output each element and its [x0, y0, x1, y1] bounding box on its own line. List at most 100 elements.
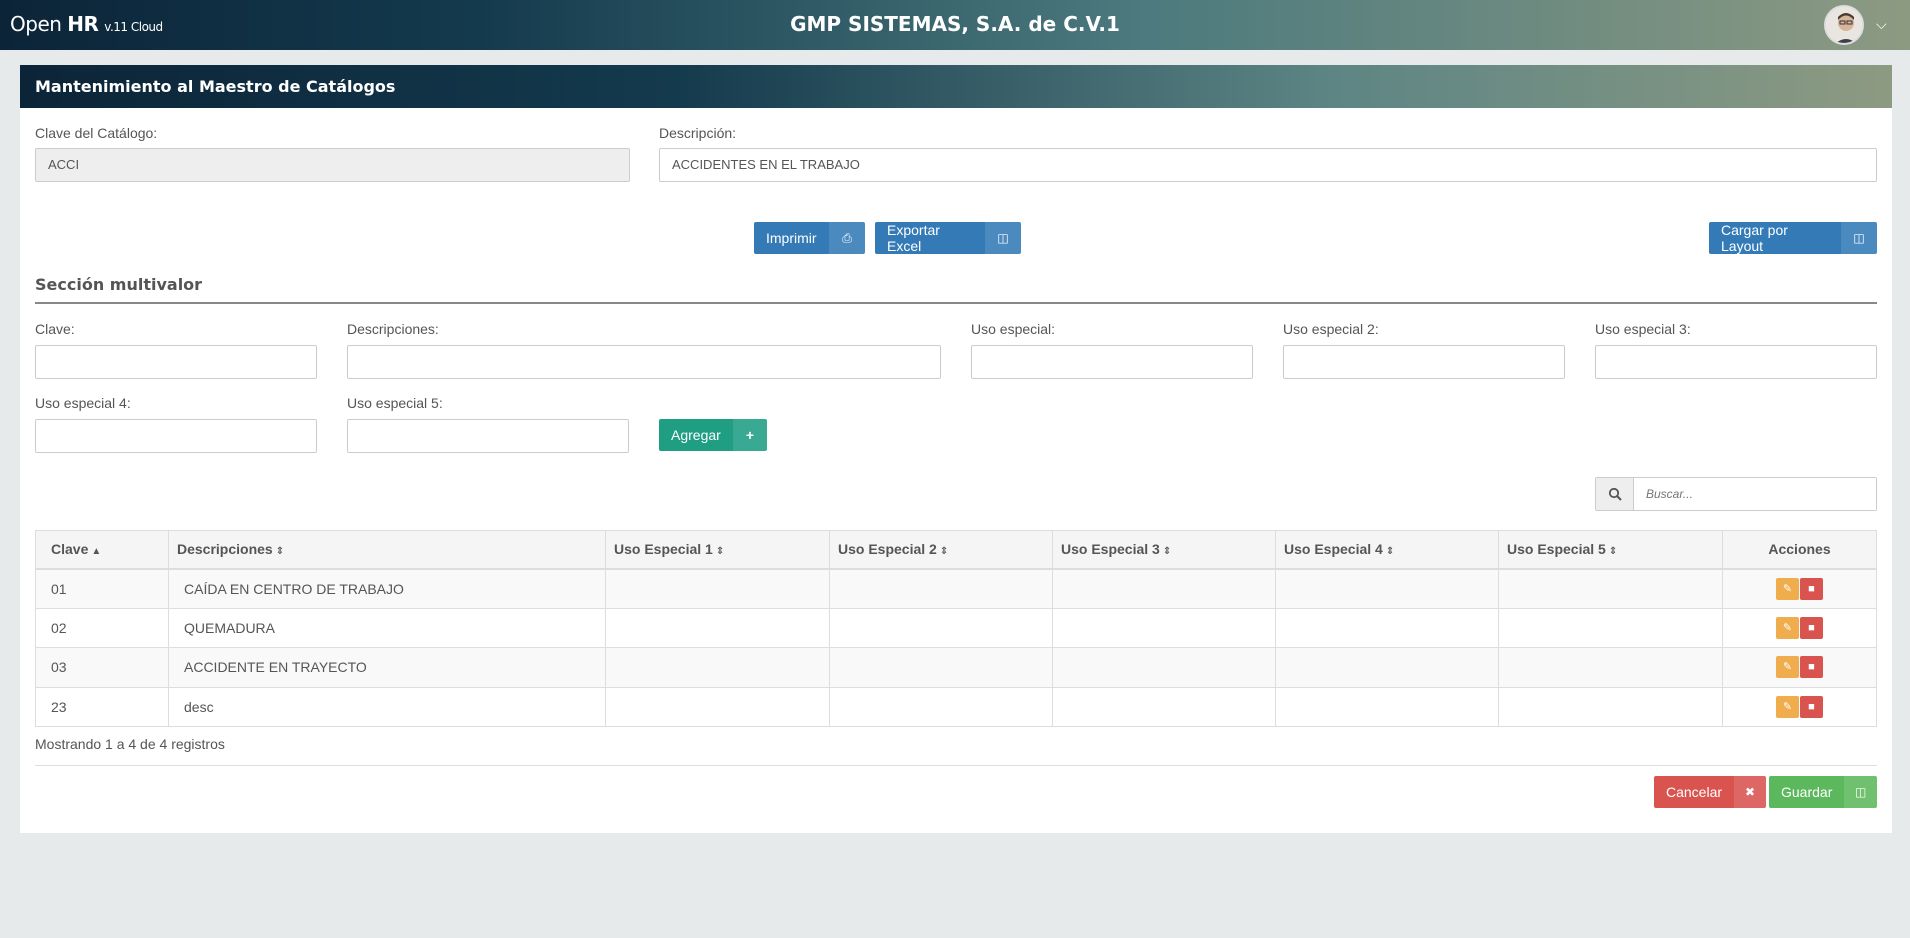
save-button[interactable]: Guardar ◫ — [1769, 776, 1877, 808]
load-layout-button[interactable]: Cargar por Layout ◫ — [1709, 222, 1877, 254]
cell-uso-5 — [1498, 568, 1723, 609]
col-clave[interactable]: Clave ▲ — [35, 530, 169, 570]
table-row: 02 QUEMADURA ✎ ■ — [35, 607, 1877, 648]
cell-acciones: ✎ ■ — [1722, 607, 1877, 648]
table-header-row: Clave ▲ Descripciones ⇕ Uso Especial 1 ⇕ Us… — [35, 530, 1877, 570]
catalog-table: Clave ▲ Descripciones ⇕ Uso Especial 1 ⇕ Us… — [35, 530, 1877, 727]
cell-uso-4 — [1275, 647, 1499, 688]
cell-uso-1 — [605, 607, 830, 648]
clave-input[interactable] — [35, 345, 317, 379]
cancel-label: Cancelar — [1666, 784, 1723, 800]
plus-icon: + — [732, 419, 767, 451]
add-button[interactable]: Agregar + — [659, 419, 767, 451]
divider — [35, 765, 1877, 766]
print-label: Imprimir — [766, 230, 817, 246]
cell-uso-3 — [1052, 647, 1276, 688]
clave-catalogo-label: Clave del Catálogo: — [35, 125, 158, 141]
cell-descripcion: CAÍDA EN CENTRO DE TRABAJO — [168, 568, 606, 609]
user-avatar-icon — [1826, 7, 1862, 43]
cell-uso-3 — [1052, 568, 1276, 609]
descripciones-input[interactable] — [347, 345, 941, 379]
cell-descripcion: desc — [168, 686, 606, 727]
col-descripciones[interactable]: Descripciones ⇕ — [168, 530, 606, 570]
trash-icon[interactable]: ■ — [1800, 656, 1823, 679]
col-uso-especial-3[interactable]: Uso Especial 3 ⇕ — [1052, 530, 1276, 570]
cell-uso-4 — [1275, 568, 1499, 609]
cancel-button[interactable]: Cancelar ✖ — [1654, 776, 1766, 808]
cell-uso-1 — [605, 647, 830, 688]
avatar[interactable] — [1824, 5, 1864, 45]
sort-asc-icon: ▲ — [91, 546, 102, 558]
descripcion-label: Descripción: — [659, 125, 737, 141]
add-label: Agregar — [671, 427, 721, 443]
cell-uso-2 — [829, 607, 1053, 648]
cell-descripcion: QUEMADURA — [168, 607, 606, 648]
cell-uso-2 — [829, 647, 1053, 688]
cell-uso-3 — [1052, 686, 1276, 727]
trash-icon[interactable]: ■ — [1800, 616, 1823, 639]
panel-title: Mantenimiento al Maestro de Catálogos — [20, 65, 1892, 108]
cell-uso-1 — [605, 568, 830, 609]
close-icon: ✖ — [1734, 776, 1766, 808]
table-row: 23 desc ✎ ■ — [35, 686, 1877, 727]
uso-especial-5-label: Uso especial 5: — [347, 395, 443, 411]
cell-uso-4 — [1275, 686, 1499, 727]
cell-clave: 03 — [35, 647, 169, 688]
clave-catalogo-input[interactable]: ACCI — [35, 148, 630, 182]
uso-especial-4-label: Uso especial 4: — [35, 395, 131, 411]
chevron-down-icon[interactable]: ⌵ — [1876, 16, 1887, 33]
uso-especial-4-input[interactable] — [35, 419, 317, 453]
uso-especial-2-label: Uso especial 2: — [1283, 321, 1379, 337]
catalog-panel: Mantenimiento al Maestro de Catálogos Cl… — [20, 65, 1892, 833]
cell-acciones: ✎ ■ — [1722, 647, 1877, 688]
uso-especial-2-input[interactable] — [1283, 345, 1565, 379]
cell-clave: 23 — [35, 686, 169, 727]
col-acciones: Acciones — [1722, 530, 1877, 570]
sort-icon: ⇕ — [1385, 546, 1395, 558]
floppy-disk-icon: ◫ — [1844, 776, 1877, 808]
export-excel-button[interactable]: Exportar Excel ◫ — [875, 222, 1021, 254]
cell-clave: 01 — [35, 568, 169, 609]
trash-icon[interactable]: ■ — [1800, 577, 1823, 600]
cell-uso-5 — [1498, 647, 1723, 688]
uso-especial-5-input[interactable] — [347, 419, 629, 453]
clave-label: Clave: — [35, 321, 75, 337]
cell-acciones: ✎ ■ — [1722, 568, 1877, 609]
col-uso-especial-5[interactable]: Uso Especial 5 ⇕ — [1498, 530, 1723, 570]
sort-icon: ⇕ — [715, 546, 725, 558]
uso-especial-input[interactable] — [971, 345, 1253, 379]
col-uso-especial-1[interactable]: Uso Especial 1 ⇕ — [605, 530, 830, 570]
uso-especial-3-input[interactable] — [1595, 345, 1877, 379]
sort-icon: ⇕ — [1608, 546, 1618, 558]
edit-icon[interactable]: ✎ — [1776, 577, 1799, 600]
descripciones-label: Descripciones: — [347, 321, 439, 337]
top-bar: Open HR v.11 Cloud GMP SISTEMAS, S.A. de… — [0, 0, 1910, 50]
search-icon[interactable] — [1596, 478, 1634, 510]
cell-uso-5 — [1498, 607, 1723, 648]
col-uso-especial-4[interactable]: Uso Especial 4 ⇕ — [1275, 530, 1499, 570]
uso-especial-label: Uso especial: — [971, 321, 1056, 337]
cell-acciones: ✎ ■ — [1722, 686, 1877, 727]
descripcion-input[interactable]: ACCIDENTES EN EL TRABAJO — [659, 148, 1877, 182]
section-multivalor-title: Sección multivalor — [35, 275, 1877, 304]
table-info: Mostrando 1 a 4 de 4 registros — [35, 736, 225, 752]
cell-uso-2 — [829, 568, 1053, 609]
trash-icon[interactable]: ■ — [1800, 695, 1823, 718]
col-uso-especial-2[interactable]: Uso Especial 2 ⇕ — [829, 530, 1053, 570]
sort-icon: ⇕ — [939, 546, 949, 558]
edit-icon[interactable]: ✎ — [1776, 616, 1799, 639]
file-icon: ◫ — [1841, 222, 1877, 254]
cell-clave: 02 — [35, 607, 169, 648]
print-button[interactable]: Imprimir ⎙ — [754, 222, 865, 254]
save-label: Guardar — [1781, 784, 1833, 800]
search-input[interactable] — [1634, 478, 1876, 510]
sort-icon: ⇕ — [1162, 546, 1172, 558]
edit-icon[interactable]: ✎ — [1776, 656, 1799, 679]
edit-icon[interactable]: ✎ — [1776, 695, 1799, 718]
cell-uso-1 — [605, 686, 830, 727]
table-row: 01 CAÍDA EN CENTRO DE TRABAJO ✎ ■ — [35, 568, 1877, 609]
search-box — [1595, 477, 1877, 511]
load-layout-label: Cargar por Layout — [1721, 222, 1788, 254]
uso-especial-3-label: Uso especial 3: — [1595, 321, 1691, 337]
cell-uso-2 — [829, 686, 1053, 727]
